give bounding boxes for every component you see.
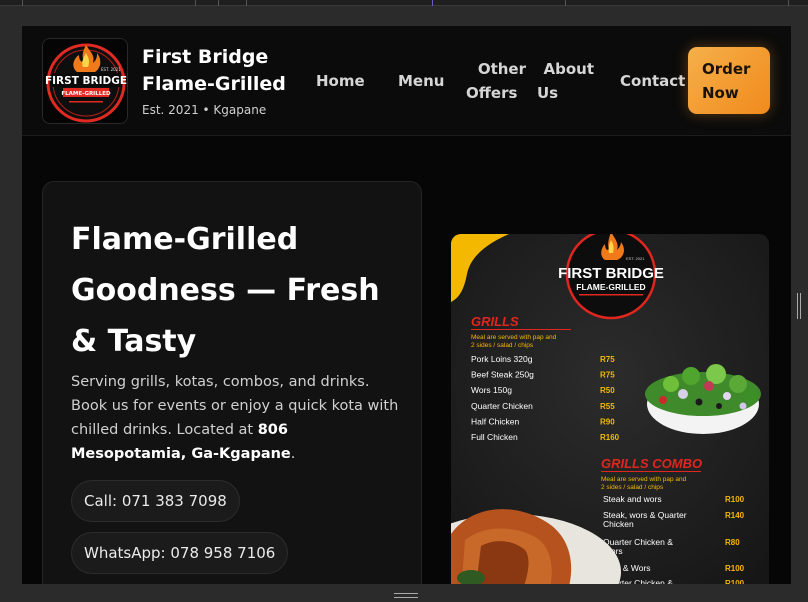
hero-title: Flame-Grilled Goodness — Fresh & Tasty [71, 222, 380, 359]
brand-tagline: Est. 2021 • Kgapane [142, 103, 267, 117]
top-bar-tick [218, 0, 219, 6]
combo-item-name: Steak and wors [603, 494, 662, 504]
menu-est-text: EST. 2021 [626, 256, 645, 261]
menu-image: EST. 2021 FIRST BRIDGE FLAME-GRILLED GRI… [451, 234, 769, 584]
brand-name[interactable]: First Bridge Flame-Grilled [142, 44, 302, 98]
whatsapp-button[interactable]: WhatsApp: 078 958 7106 [71, 532, 289, 574]
hero-description-end: . [290, 446, 296, 462]
grills-item-price: R55 [600, 402, 615, 411]
nav-about-line2: Us [537, 84, 559, 102]
nav-other-offers[interactable]: Other Offers [466, 57, 526, 105]
grills-item-price: R75 [600, 371, 615, 380]
logo-line1-text: FIRST BRIDGE [45, 75, 127, 87]
combo-note-2: 2 sides / salad / chips [601, 484, 664, 491]
hero-card: Flame-Grilled Goodness — Fresh & Tasty S… [42, 181, 422, 584]
nav-other-offers-line2: Offers [466, 84, 518, 102]
grills-item-name: Half Chicken [471, 416, 519, 426]
vertical-resize-handle[interactable] [797, 293, 801, 319]
nav-menu[interactable]: Menu [398, 69, 444, 93]
menu-board-graphic: EST. 2021 FIRST BRIDGE FLAME-GRILLED GRI… [451, 234, 769, 584]
grills-item-name: Wors 150g [471, 385, 512, 395]
combo-item-name-cont: Chicken [603, 519, 634, 529]
page-viewport: EST. 2021 FIRST BRIDGE FLAME-GRILLED Fir… [22, 26, 791, 584]
order-now-line1: Order [702, 60, 751, 78]
flame-logo-icon: EST. 2021 FIRST BRIDGE FLAME-GRILLED [43, 39, 127, 123]
menu-brand-line2: FLAME-GRILLED [576, 282, 645, 292]
combo-note-1: Meal are served with pap and [601, 476, 687, 483]
grills-note-2: 2 sides / salad / chips [471, 342, 534, 349]
grills-heading: GRILLS [471, 314, 519, 329]
combo-heading: GRILLS COMBO [601, 456, 702, 471]
grills-item-name: Pork Loins 320g [471, 354, 533, 364]
menu-brand-line1: FIRST BRIDGE [558, 265, 664, 282]
top-bar-tick [788, 0, 789, 6]
logo-est-text: EST. 2021 [101, 67, 121, 72]
hero-description: Serving grills, kotas, combos, and drink… [71, 370, 403, 466]
hero-description-text: Serving grills, kotas, combos, and drink… [71, 374, 399, 438]
grills-item-price: R160 [600, 433, 620, 442]
left-gutter [0, 6, 22, 602]
nav-about-us[interactable]: About Us [537, 57, 597, 105]
brand-logo[interactable]: EST. 2021 FIRST BRIDGE FLAME-GRILLED [42, 38, 128, 124]
order-now-button[interactable]: Order Now [688, 47, 770, 114]
combo-item-price: R100 [725, 495, 745, 504]
combo-item-price: R140 [725, 511, 745, 520]
order-now-line2: Now [702, 84, 739, 102]
grills-item-name: Full Chicken [471, 432, 518, 442]
grills-item-price: R90 [600, 417, 615, 426]
combo-item-price: R100 [725, 564, 745, 573]
nav-contact[interactable]: Contact [620, 69, 685, 93]
grills-item-price: R50 [600, 386, 615, 395]
top-bar-tick [565, 0, 566, 6]
top-bar-tick [246, 0, 247, 6]
combo-item-price: R80 [725, 538, 740, 547]
call-button[interactable]: Call: 071 383 7098 [71, 480, 240, 522]
top-bar-tick [432, 0, 433, 6]
nav-about-line1: About [543, 60, 594, 78]
site-header: EST. 2021 FIRST BRIDGE FLAME-GRILLED Fir… [22, 26, 791, 136]
nav-other-offers-line1: Other [477, 60, 526, 78]
grills-item-name: Beef Steak 250g [471, 370, 534, 380]
top-bar-tick [22, 0, 23, 6]
top-bar-tick [195, 0, 196, 6]
combo-item-price: R100 [725, 579, 745, 584]
devtools-top-bar [0, 0, 808, 6]
grills-item-name: Quarter Chicken [471, 401, 533, 411]
logo-line2-text: FLAME-GRILLED [61, 91, 111, 97]
horizontal-resize-handle[interactable] [394, 593, 418, 598]
grills-item-price: R75 [600, 355, 615, 364]
grills-note-1: Meal are served with pap and [471, 334, 557, 341]
nav-home[interactable]: Home [316, 69, 365, 93]
